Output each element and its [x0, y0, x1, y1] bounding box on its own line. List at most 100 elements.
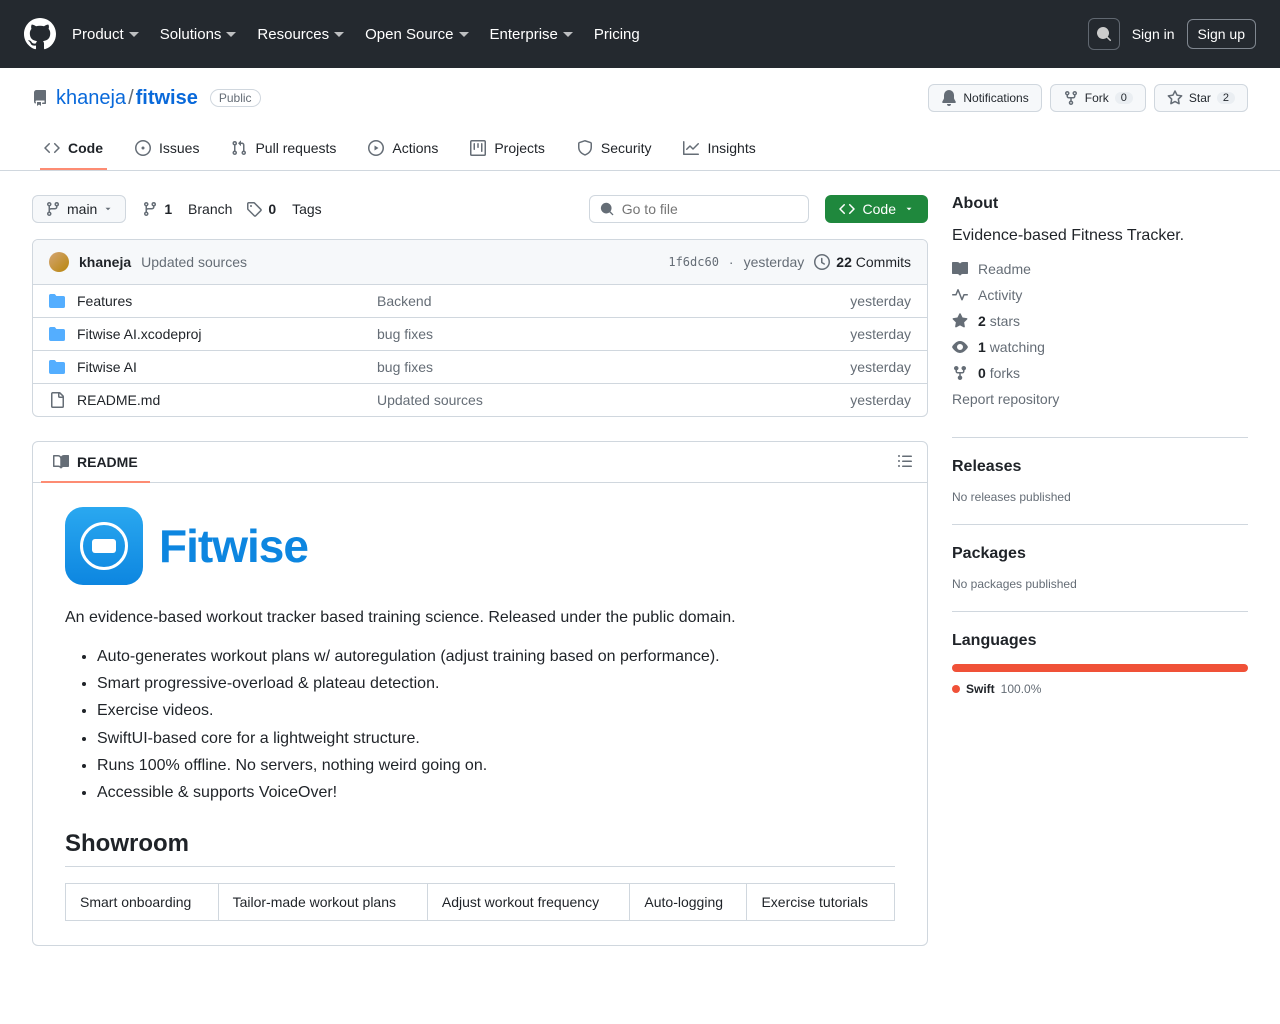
book-icon [952, 261, 968, 277]
readme-link[interactable]: Readme [952, 261, 1248, 277]
tab-actions[interactable]: Actions [356, 132, 450, 170]
file-time: yesterday [850, 392, 911, 408]
pulse-icon [952, 287, 968, 303]
packages-section: Packages No packages published [952, 545, 1248, 612]
chevron-down-icon [333, 28, 345, 40]
tab-prs[interactable]: Pull requests [219, 132, 348, 170]
github-logo[interactable] [24, 18, 56, 50]
readme-bullet: Accessible & supports VoiceOver! [97, 779, 895, 806]
language-item[interactable]: Swift 100.0% [952, 682, 1248, 696]
languages-heading: Languages [952, 632, 1248, 650]
language-bar [952, 664, 1248, 672]
code-button-label: Code [863, 201, 896, 217]
star-count: 2 [1217, 92, 1235, 104]
repo-link[interactable]: fitwise [136, 87, 198, 109]
main-content: main 1 Branch 0 Tags Code khaneja [0, 171, 1280, 970]
file-search[interactable] [589, 195, 809, 223]
nav-resources[interactable]: Resources [257, 26, 345, 43]
notifications-button[interactable]: Notifications [928, 84, 1041, 112]
tab-insights[interactable]: Insights [671, 132, 767, 170]
fork-count: 0 [1115, 92, 1133, 104]
signup-button[interactable]: Sign up [1187, 19, 1256, 49]
folder-icon [49, 293, 65, 309]
file-name[interactable]: Fitwise AI [77, 359, 377, 375]
latest-commit: khaneja Updated sources 1f6dc60 · yester… [33, 240, 927, 285]
nav-open-source[interactable]: Open Source [365, 26, 469, 43]
file-search-input[interactable] [622, 201, 798, 217]
tab-security[interactable]: Security [565, 132, 664, 170]
packages-heading[interactable]: Packages [952, 545, 1248, 563]
tab-issues[interactable]: Issues [123, 132, 211, 170]
chevron-down-icon [458, 28, 470, 40]
releases-section: Releases No releases published [952, 458, 1248, 525]
nav-product[interactable]: Product [72, 26, 140, 43]
file-name[interactable]: README.md [77, 392, 377, 408]
actions-icon [368, 140, 384, 156]
notifications-label: Notifications [963, 91, 1028, 105]
stars-link[interactable]: 2 stars [952, 313, 1248, 329]
about-description: Evidence-based Fitness Tracker. [952, 227, 1248, 245]
tag-icon [246, 201, 262, 217]
commit-message[interactable]: Updated sources [141, 254, 247, 270]
visibility-badge: Public [210, 89, 261, 107]
file-icon [49, 392, 65, 408]
repo-tabs: Code Issues Pull requests Actions Projec… [32, 132, 1248, 170]
signin-link[interactable]: Sign in [1132, 26, 1175, 42]
file-commit-message[interactable]: Backend [377, 293, 850, 309]
showroom-heading: Showroom [65, 830, 895, 867]
toc-button[interactable] [891, 447, 919, 478]
tab-projects[interactable]: Projects [458, 132, 557, 170]
nav-solutions[interactable]: Solutions [160, 26, 238, 43]
file-commit-message[interactable]: bug fixes [377, 326, 850, 342]
code-icon [44, 140, 60, 156]
nav-pricing[interactable]: Pricing [594, 26, 640, 43]
watching-link[interactable]: 1 watching [952, 339, 1248, 355]
book-icon [53, 454, 69, 470]
file-commit-message[interactable]: Updated sources [377, 392, 850, 408]
star-icon [952, 313, 968, 329]
nav-enterprise[interactable]: Enterprise [490, 26, 574, 43]
tags-link[interactable]: 0 Tags [246, 201, 321, 217]
commit-sha[interactable]: 1f6dc60 [668, 255, 719, 269]
file-name[interactable]: Fitwise AI.xcodeproj [77, 326, 377, 342]
fork-icon [952, 365, 968, 381]
owner-link[interactable]: khaneja [56, 87, 126, 109]
readme-header: README [33, 442, 927, 483]
file-row[interactable]: Fitwise AI.xcodeprojbug fixesyesterday [33, 318, 927, 351]
fork-icon [1063, 90, 1079, 106]
releases-heading[interactable]: Releases [952, 458, 1248, 476]
breadcrumb: khaneja/fitwise [56, 87, 198, 110]
branch-selector[interactable]: main [32, 195, 126, 223]
commit-author[interactable]: khaneja [79, 254, 131, 270]
tab-code[interactable]: Code [32, 132, 115, 170]
chevron-down-icon [225, 28, 237, 40]
fork-label: Fork [1085, 91, 1109, 105]
fork-button[interactable]: Fork 0 [1050, 84, 1146, 112]
readme-tab[interactable]: README [41, 442, 150, 482]
showroom-cell: Exercise tutorials [747, 884, 895, 921]
commits-link[interactable]: 22 Commits [814, 254, 911, 270]
file-row[interactable]: FeaturesBackendyesterday [33, 285, 927, 318]
pr-icon [231, 140, 247, 156]
chevron-down-icon [128, 28, 140, 40]
file-name[interactable]: Features [77, 293, 377, 309]
app-icon [65, 507, 143, 585]
file-row[interactable]: Fitwise AIbug fixesyesterday [33, 351, 927, 384]
branches-link[interactable]: 1 Branch [142, 201, 232, 217]
activity-link[interactable]: Activity [952, 287, 1248, 303]
forks-link[interactable]: 0 forks [952, 365, 1248, 381]
avatar[interactable] [49, 252, 69, 272]
code-button[interactable]: Code [825, 195, 928, 223]
showroom-cell: Smart onboarding [66, 884, 219, 921]
search-button[interactable] [1088, 18, 1120, 50]
star-button[interactable]: Star 2 [1154, 84, 1248, 112]
readme-bullet: Auto-generates workout plans w/ autoregu… [97, 643, 895, 670]
file-row[interactable]: README.mdUpdated sourcesyesterday [33, 384, 927, 416]
showroom-cell: Adjust workout frequency [427, 884, 630, 921]
repo-actions: Notifications Fork 0 Star 2 [928, 84, 1248, 112]
file-time: yesterday [850, 293, 911, 309]
report-link[interactable]: Report repository [952, 391, 1248, 407]
file-commit-message[interactable]: bug fixes [377, 359, 850, 375]
chevron-down-icon [562, 28, 574, 40]
about-section: About Evidence-based Fitness Tracker. Re… [952, 195, 1248, 438]
